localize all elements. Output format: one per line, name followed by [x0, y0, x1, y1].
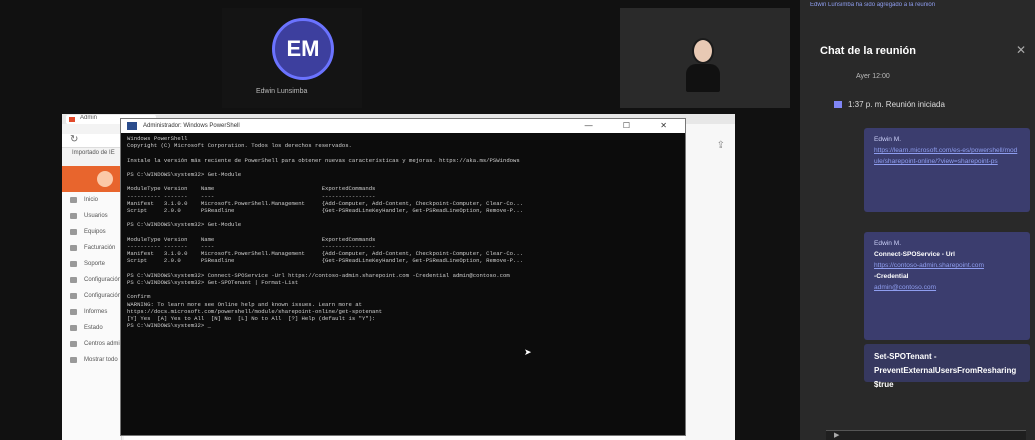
console-line: PS C:\WINDOWS\system32> Get-Module	[127, 171, 242, 179]
chat-banner: Edwin Lunsimba ha sido agregado a la reu…	[810, 2, 936, 8]
console-line: PS C:\WINDOWS\system32> Get-Module	[127, 221, 242, 229]
nav-item[interactable]: Usuarios	[62, 208, 121, 224]
message-sender: Edwin M.	[874, 240, 902, 247]
shared-screen: Admin ↻ Importado de IE Inicio Usuarios …	[62, 114, 735, 440]
nav-item[interactable]: Centros admin	[62, 336, 123, 352]
console-line: PS C:\WINDOWS\system32> Get-SPOTenant | …	[127, 279, 299, 287]
console-line: Copyright (C) Microsoft Corporation. Tod…	[127, 142, 352, 150]
nav-item[interactable]: Soporte	[62, 256, 121, 272]
powershell-window[interactable]: Administrador: Windows PowerShell — ☐ ✕ …	[120, 118, 686, 436]
console-line: PS C:\WINDOWS\system32> Connect-SPOServi…	[127, 271, 510, 279]
participant-avatar: EM	[272, 18, 334, 80]
console-line: Script 2.0.0 PSReadline {Get-PSReadLineK…	[127, 207, 524, 215]
window-controls[interactable]: — ☐ ✕	[585, 119, 681, 133]
chat-title: Chat de la reunión	[820, 45, 916, 57]
video-camera-icon	[834, 101, 842, 109]
console-line: Manifest 3.1.0.0 Microsoft.PowerShell.Ma…	[127, 199, 524, 207]
console-line: https://docs.microsoft.com/powershell/mo…	[127, 307, 383, 315]
console-line: Instale la versión más reciente de Power…	[127, 156, 520, 164]
message-link[interactable]: https://contoso-admin.sharepoint.com	[874, 260, 1020, 271]
console-output[interactable]: Windows PowerShell Copyright (C) Microsof…	[121, 133, 685, 331]
chat-message: Edwin M. Connect-SPOService - Url https:…	[864, 232, 1030, 340]
nav-item[interactable]: Inicio	[62, 192, 121, 208]
message-link[interactable]: admin@contoso.com	[874, 282, 1020, 293]
nav-item[interactable]: Equipos	[62, 224, 121, 240]
console-line: ModuleType Version Name ExportedCommands	[127, 235, 376, 243]
chat-message: Set-SPOTenant - PreventExternalUsersFrom…	[864, 344, 1030, 389]
meeting-chat-panel: Edwin Lunsimba ha sido agregado a la reu…	[800, 0, 1035, 440]
participant-video	[684, 36, 724, 94]
nav-item[interactable]: Facturación	[62, 240, 121, 256]
nav-item[interactable]: Informes	[62, 304, 121, 320]
nav-item[interactable]: Mostrar todo	[62, 352, 121, 368]
nav-item[interactable]: Estado	[62, 320, 121, 336]
meeting-event-label: 1:37 p. m. Reunión iniciada	[848, 100, 945, 109]
console-line: Confirm	[127, 293, 151, 301]
meeting-event: 1:37 p. m. Reunión iniciada	[834, 100, 945, 109]
browser-side-panel: ⇪	[685, 124, 735, 440]
console-line: ---------- ------- ---- ----------------	[127, 243, 376, 251]
refresh-icon[interactable]: ↻	[70, 134, 78, 145]
console-line: Manifest 3.1.0.0 Microsoft.PowerShell.Ma…	[127, 250, 524, 258]
window-title: Administrador: Windows PowerShell — ☐ ✕	[121, 119, 685, 133]
console-line: Script 2.0.0 PSReadline {Get-PSReadLineK…	[127, 257, 524, 265]
message-sender: Edwin M.	[874, 136, 902, 143]
account-avatar[interactable]	[97, 171, 113, 187]
share-icon[interactable]: ⇪	[717, 140, 725, 151]
participant-tile[interactable]: EM Edwin Lunsimba	[222, 8, 362, 108]
participant-name: Edwin Lunsimba	[256, 88, 308, 95]
participant-video-tile[interactable]	[620, 8, 790, 108]
console-line: PS C:\WINDOWS\system32> _	[127, 322, 211, 330]
send-icon[interactable]: ▶	[834, 431, 839, 439]
nav-item[interactable]: Configuración	[62, 288, 121, 304]
chat-compose-box[interactable]: ▶	[826, 430, 1026, 440]
console-line: ModuleType Version Name ExportedCommands	[127, 185, 376, 193]
console-line: [Y] Yes [A] Yes to All [N] No [L] No to …	[127, 315, 376, 323]
close-icon[interactable]: ✕	[1016, 43, 1026, 57]
console-line: WARNING: To learn more see Online help a…	[127, 300, 362, 308]
chat-message: Edwin M. https://learn.microsoft.com/es-…	[864, 128, 1030, 212]
message-text: -Credential	[874, 273, 909, 280]
message-text: Set-SPOTenant - PreventExternalUsersFrom…	[874, 352, 1017, 389]
message-text: Connect-SPOService - Url	[874, 251, 955, 258]
message-link[interactable]: https://learn.microsoft.com/es-es/powers…	[874, 145, 1020, 167]
console-line: Windows PowerShell	[127, 135, 188, 142]
mouse-pointer-icon: ➤	[524, 347, 532, 357]
nav-item[interactable]: Configuración	[62, 272, 121, 288]
admin-sidebar: Inicio Usuarios Equipos Facturación Sopo…	[62, 192, 123, 440]
meeting-stage: EM Edwin Lunsimba Admin ↻ Importado de I…	[0, 0, 800, 440]
window-title-text: Administrador: Windows PowerShell	[143, 123, 240, 129]
chat-date: Ayer 12:00	[856, 73, 890, 80]
console-line: ---------- ------- ---- ----------------	[127, 192, 376, 200]
